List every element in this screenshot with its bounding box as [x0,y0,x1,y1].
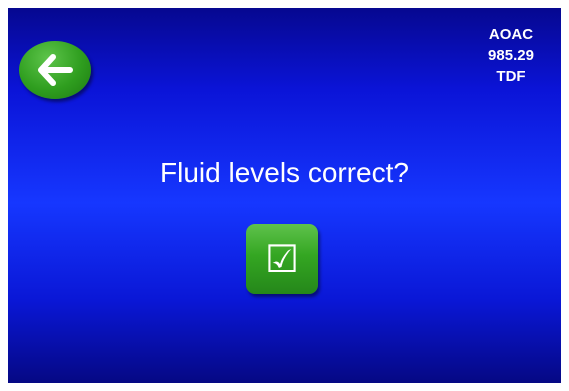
back-button[interactable] [19,41,91,99]
confirm-button[interactable]: ☑ [246,224,318,294]
screen: AOAC 985.29 TDF Fluid levels correct? ☑ [8,8,561,383]
prompt-text: Fluid levels correct? [160,157,409,188]
method-line-aoac: AOAC [488,26,534,43]
method-line-tdf: TDF [496,68,526,85]
method-label: AOAC 985.29 TDF [471,24,551,87]
arrow-left-icon [38,54,73,86]
checkbox-checked-icon: ☑ [264,237,300,281]
method-line-number: 985.29 [488,47,534,64]
